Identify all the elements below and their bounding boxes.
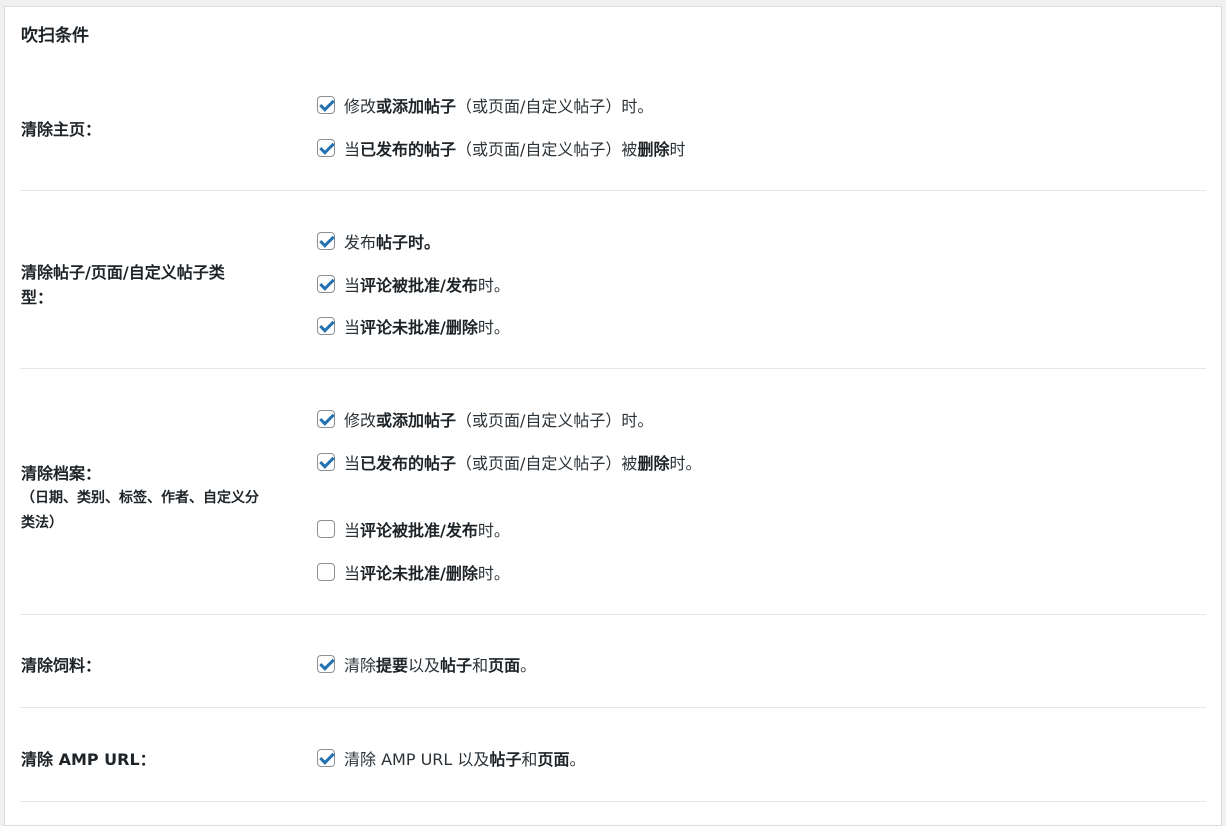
option-label: 当评论被批准/发布时。 <box>344 276 510 295</box>
section-sublabel-line1: （日期、类别、标签、作者、自定义分 <box>21 490 259 506</box>
option-label: 清除提要以及帖子和页面。 <box>344 656 537 675</box>
option-comment-approved[interactable]: 当评论被批准/发布时。 <box>317 272 510 296</box>
option-label: 修改或添加帖子（或页面/自定义帖子）时。 <box>344 97 654 116</box>
purge-conditions-panel: 吹扫条件 清除主页： 修改或添加帖子（或页面/自定义帖子）时。 当已发布的帖子（… <box>4 6 1222 826</box>
section-label: 清除帖子/页面/自定义帖子类 型： <box>21 260 291 310</box>
option-comment-approved[interactable]: 当评论被批准/发布时。 <box>317 517 510 541</box>
option-modify-add-post[interactable]: 修改或添加帖子（或页面/自定义帖子）时。 <box>317 407 653 431</box>
option-published-post-deleted[interactable]: 当已发布的帖子（或页面/自定义帖子）被删除时。 <box>317 450 701 474</box>
option-label: 当评论被批准/发布时。 <box>344 521 510 540</box>
checkbox[interactable] <box>317 139 335 157</box>
section-sublabel: （日期、类别、标签、作者、自定义分 类法） <box>21 486 296 536</box>
option-label: 发布帖子时。 <box>344 233 441 252</box>
checkbox[interactable] <box>317 410 335 428</box>
checkbox[interactable] <box>317 655 335 673</box>
section-purge-homepage: 清除主页： 修改或添加帖子（或页面/自定义帖子）时。 当已发布的帖子（或页面/自… <box>20 77 1206 191</box>
section-purge-amp-url: 清除 AMP URL： 清除 AMP URL 以及帖子和页面。 <box>20 708 1206 802</box>
option-published-post-deleted[interactable]: 当已发布的帖子（或页面/自定义帖子）被删除时 <box>317 136 685 160</box>
section-label-line2: 型： <box>21 288 54 307</box>
section-label-line1: 清除帖子/页面/自定义帖子类 <box>21 263 225 282</box>
section-label: 清除饲料： <box>21 656 102 675</box>
checkbox[interactable] <box>317 96 335 114</box>
checkbox[interactable] <box>317 275 335 293</box>
option-purge-feeds[interactable]: 清除提要以及帖子和页面。 <box>317 652 536 676</box>
option-label: 当评论未批准/删除时。 <box>344 564 510 583</box>
option-comment-unapproved[interactable]: 当评论未批准/删除时。 <box>317 314 510 338</box>
option-label: 修改或添加帖子（或页面/自定义帖子）时。 <box>344 411 654 430</box>
checkbox[interactable] <box>317 749 335 767</box>
option-label: 当已发布的帖子（或页面/自定义帖子）被删除时 <box>344 140 686 159</box>
section-label: 清除档案： <box>21 464 102 483</box>
option-label: 当评论未批准/删除时。 <box>344 318 510 337</box>
option-label: 当已发布的帖子（或页面/自定义帖子）被删除时。 <box>344 454 702 473</box>
checkbox[interactable] <box>317 453 335 471</box>
section-sublabel-line2: 类法） <box>21 515 63 531</box>
section-label: 清除主页： <box>21 120 102 139</box>
option-purge-amp-url[interactable]: 清除 AMP URL 以及帖子和页面。 <box>317 746 585 770</box>
option-label: 清除 AMP URL 以及帖子和页面。 <box>344 750 586 769</box>
panel-title: 吹扫条件 <box>21 26 89 46</box>
section-purge-archives: 清除档案： （日期、类别、标签、作者、自定义分 类法） 修改或添加帖子（或页面/… <box>20 369 1206 615</box>
checkbox[interactable] <box>317 563 335 581</box>
checkbox[interactable] <box>317 232 335 250</box>
option-modify-add-post[interactable]: 修改或添加帖子（或页面/自定义帖子）时。 <box>317 93 653 117</box>
checkbox[interactable] <box>317 317 335 335</box>
section-purge-feeds: 清除饲料： 清除提要以及帖子和页面。 <box>20 615 1206 708</box>
section-label: 清除 AMP URL： <box>21 750 156 769</box>
checkbox[interactable] <box>317 520 335 538</box>
section-purge-post-types: 清除帖子/页面/自定义帖子类 型： 发布帖子时。 当评论被批准/发布时。 当评论… <box>20 191 1206 369</box>
option-publish-post[interactable]: 发布帖子时。 <box>317 229 440 253</box>
option-comment-unapproved[interactable]: 当评论未批准/删除时。 <box>317 560 510 584</box>
